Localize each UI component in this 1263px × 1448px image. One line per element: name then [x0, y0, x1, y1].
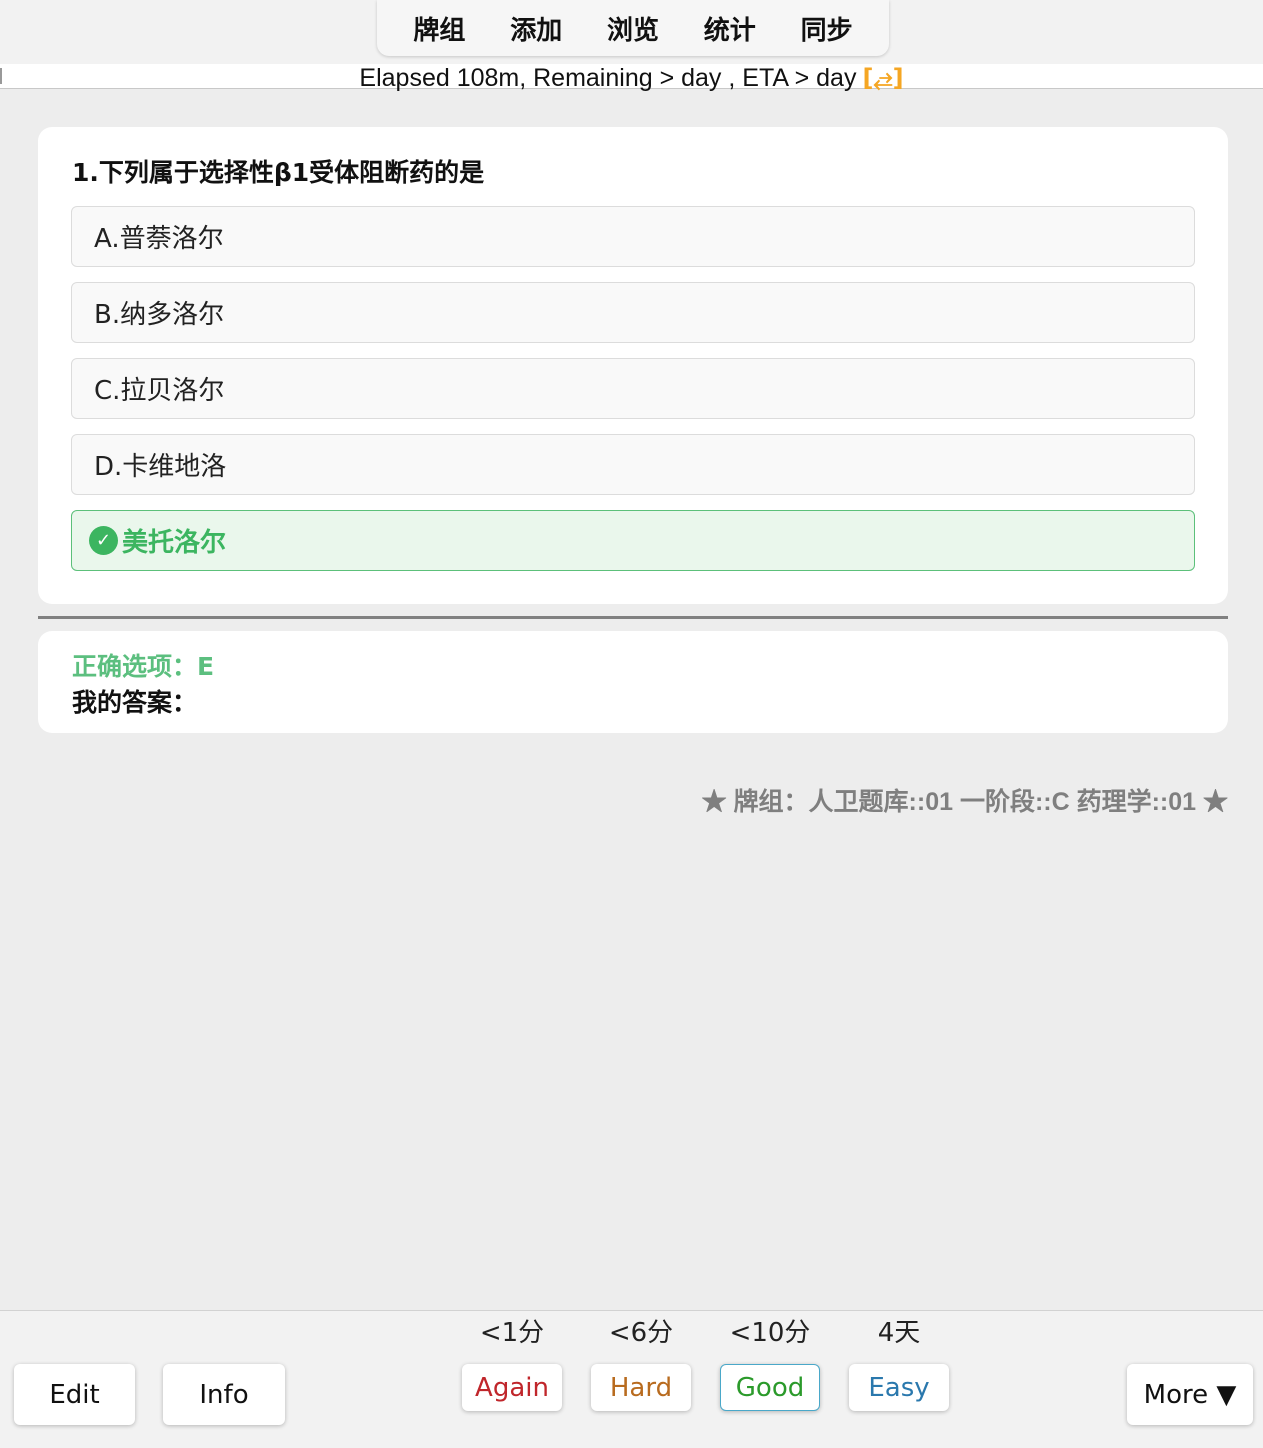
nav-decks[interactable]: 牌组 — [413, 10, 465, 47]
easy-button[interactable]: Easy — [849, 1364, 949, 1411]
check-circle-icon: ✓ — [89, 526, 118, 555]
nav-browse[interactable]: 浏览 — [607, 10, 659, 47]
answer-divider — [38, 616, 1228, 619]
deck-path: ★ 牌组：人卫题库::01 一阶段::C 药理学::01 ★ — [701, 788, 1228, 816]
option-b[interactable]: B.纳多洛尔 — [71, 282, 1195, 343]
option-label: 美托洛尔 — [122, 528, 227, 558]
option-label: A.普萘洛尔 — [94, 224, 224, 254]
hard-button[interactable]: Hard — [591, 1364, 691, 1411]
question-title: 1.下列属于选择性β1受体阻断药的是 — [72, 158, 485, 187]
progress-bar: Elapsed 108m, Remaining > day , ETA > da… — [0, 64, 1263, 92]
top-nav: 牌组 添加 浏览 统计 同步 — [377, 0, 889, 56]
easy-interval: 4天 — [877, 1318, 921, 1348]
sync-icon[interactable]: [⥄] — [862, 64, 903, 92]
good-interval: <10分 — [729, 1318, 811, 1348]
option-label: D.卡维地洛 — [94, 452, 227, 482]
edit-button[interactable]: Edit — [14, 1364, 135, 1425]
more-button[interactable]: More ▼ — [1127, 1364, 1253, 1425]
progress-text: Elapsed 108m, Remaining > day , ETA > da… — [359, 64, 857, 92]
answer-card: 正确选项：E 我的答案： — [38, 631, 1228, 733]
again-interval: <1分 — [479, 1318, 545, 1348]
nav-stats[interactable]: 统计 — [704, 10, 756, 47]
option-d[interactable]: D.卡维地洛 — [71, 434, 1195, 495]
again-button[interactable]: Again — [462, 1364, 562, 1411]
top-bar: 牌组 添加 浏览 统计 同步 — [0, 0, 1263, 64]
hard-interval: <6分 — [608, 1318, 674, 1348]
option-a[interactable]: A.普萘洛尔 — [71, 206, 1195, 267]
good-button[interactable]: Good — [720, 1364, 820, 1411]
correct-answer: 正确选项：E — [72, 652, 215, 681]
option-label: C.拉贝洛尔 — [94, 376, 225, 406]
progress-tick — [0, 68, 2, 84]
option-c[interactable]: C.拉贝洛尔 — [71, 358, 1195, 419]
info-button[interactable]: Info — [163, 1364, 285, 1425]
question-card: 1.下列属于选择性β1受体阻断药的是 A.普萘洛尔 B.纳多洛尔 C.拉贝洛尔 … — [38, 127, 1228, 604]
nav-sync[interactable]: 同步 — [801, 10, 853, 47]
nav-add[interactable]: 添加 — [510, 10, 562, 47]
option-label: B.纳多洛尔 — [94, 300, 225, 330]
my-answer: 我的答案： — [72, 688, 198, 717]
option-e-correct[interactable]: ✓ 美托洛尔 — [71, 510, 1195, 571]
